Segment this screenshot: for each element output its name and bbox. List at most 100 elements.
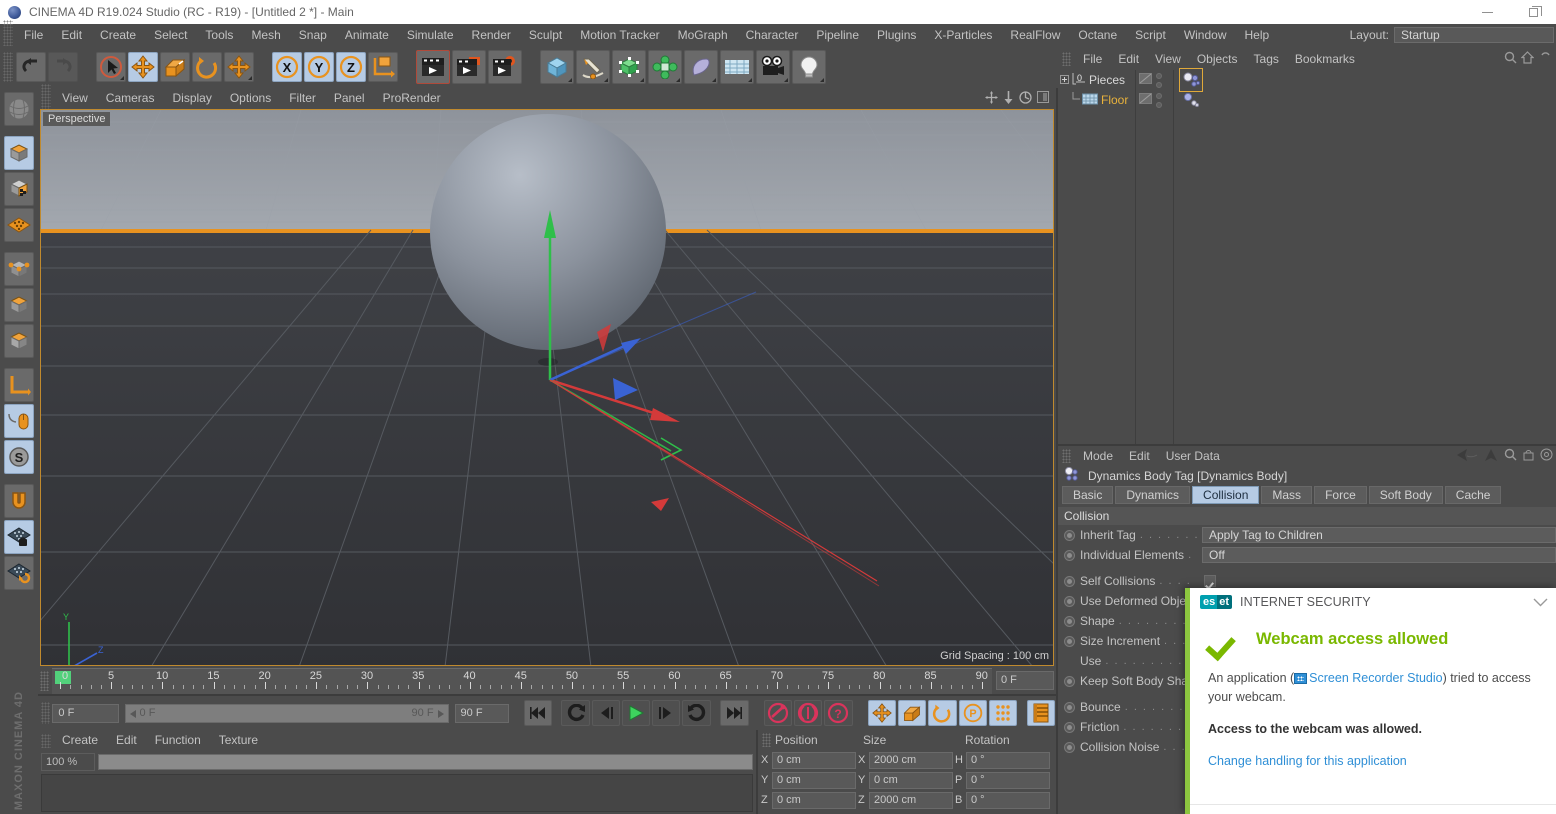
material-zoom-slider[interactable] [98,754,753,770]
menu-item-tools[interactable]: Tools [196,24,242,46]
autokeying-icon[interactable] [793,700,823,726]
menu-item-script[interactable]: Script [1126,24,1175,46]
menu-item-realflow[interactable]: RealFlow [1001,24,1069,46]
material-list[interactable] [41,774,753,812]
array-deformer-icon[interactable] [648,50,682,84]
layout-dropdown[interactable]: Startup [1394,27,1554,43]
object-row-pieces[interactable]: 0 Pieces [1058,70,1135,90]
key-pla-icon[interactable] [988,700,1018,726]
texture-mode-icon[interactable] [4,172,34,206]
cube-primitive-icon[interactable] [540,50,574,84]
animate-dot-icon[interactable] [1064,529,1075,541]
layer-swatch-icon[interactable] [1139,93,1152,107]
expand-plus-icon[interactable] [1060,73,1069,87]
viewport-menu-filter[interactable]: Filter [280,88,325,109]
menu-item-window[interactable]: Window [1175,24,1236,46]
back-arrow-icon[interactable] [1456,448,1478,465]
menu-item-snap[interactable]: Snap [290,24,336,46]
om-menu-file[interactable]: File [1075,48,1110,70]
render-settings-icon[interactable] [488,50,522,84]
nurbs-generator-icon[interactable] [612,50,646,84]
size-z-field[interactable]: 2000 cm [869,791,953,809]
animate-dot-icon[interactable] [1064,595,1075,607]
viewport-menu-cameras[interactable]: Cameras [97,88,164,109]
scale-icon[interactable] [160,52,190,82]
world-object-axis-icon[interactable] [368,52,398,82]
play-loop-icon[interactable] [682,700,711,726]
restore-icon[interactable] [1510,0,1556,24]
end-frame-field[interactable]: 90 F [454,703,510,723]
om-menu-objects[interactable]: Objects [1189,48,1246,70]
material-menu-edit[interactable]: Edit [107,730,146,751]
go-to-end-icon[interactable] [720,700,749,726]
viewport-canvas[interactable]: Y X Z Perspective Grid Spacing : 100 cm [40,109,1054,666]
viewport-menu-view[interactable]: View [53,88,97,109]
target-icon[interactable] [1540,448,1553,464]
menu-item-mesh[interactable]: Mesh [242,24,289,46]
lock-icon[interactable] [1523,448,1534,464]
menu-item-pipeline[interactable]: Pipeline [807,24,868,46]
rotation-h-field[interactable]: 0 ° [966,751,1050,769]
chevron-down-icon[interactable] [1533,595,1548,610]
rotate-view-icon[interactable] [1019,90,1032,107]
timeline-toggle-icon[interactable] [1026,700,1055,726]
tab-basic[interactable]: Basic [1062,486,1114,504]
visibility-render-dot[interactable] [1156,101,1162,108]
visibility-editor-dot[interactable] [1156,92,1162,99]
coordinates-grip[interactable] [762,733,771,747]
eset-app-name[interactable]: Screen Recorder Studio [1309,671,1442,685]
range-left-arrow-icon[interactable] [129,709,136,718]
material-manager-grip[interactable] [41,733,51,748]
step-back-icon[interactable] [591,700,620,726]
visibility-render-dot[interactable] [1156,81,1162,88]
axis-y-icon[interactable]: Y [304,52,334,82]
animate-dot-icon[interactable] [1064,549,1075,561]
current-frame-field[interactable]: 0 F [52,703,119,723]
light-icon[interactable] [792,50,826,84]
play-forward-icon[interactable] [621,700,651,726]
timeline-frame-field[interactable]: 0 F [996,671,1054,690]
eset-change-handling-link[interactable]: Change handling for this application [1208,754,1542,768]
play-reverse-icon[interactable] [561,700,590,726]
point-mode-icon[interactable] [4,252,34,286]
am-menu-edit[interactable]: Edit [1121,446,1158,466]
bend-deformer-icon[interactable] [684,50,718,84]
soft-selection-icon[interactable]: S [4,440,34,474]
attribute-manager-grip[interactable] [1062,449,1071,463]
om-menu-edit[interactable]: Edit [1110,48,1147,70]
key-param-icon[interactable]: P [958,700,987,726]
size-x-field[interactable]: 2000 cm [869,751,953,769]
object-row-floor[interactable]: Floor [1058,90,1135,110]
search-icon[interactable] [1504,51,1517,67]
menu-item-help[interactable]: Help [1236,24,1279,46]
render-view-icon[interactable] [416,50,450,84]
timeline-ruler[interactable]: 0 5 10 15 20 25 30 35 40 45 50 55 60 65 70 75 80 85 90 [52,668,992,694]
animate-dot-icon[interactable] [1064,635,1075,647]
maximize-view-icon[interactable] [1037,91,1049,106]
position-x-field[interactable]: 0 cm [772,751,856,769]
viewport-menu-display[interactable]: Display [163,88,220,109]
menu-item-animate[interactable]: Animate [336,24,398,46]
tab-force[interactable]: Force [1314,486,1367,504]
self-collisions-checkbox[interactable] [1204,575,1216,587]
viewport-menu-options[interactable]: Options [221,88,280,109]
pan-icon[interactable] [985,90,998,107]
axis-modify-icon[interactable] [4,368,34,402]
menu-item-edit[interactable]: Edit [52,24,91,46]
menu-item-plugins[interactable]: Plugins [868,24,925,46]
floor-scene-icon[interactable] [720,50,754,84]
tab-soft-body[interactable]: Soft Body [1368,486,1443,504]
om-menu-bookmarks[interactable]: Bookmarks [1287,48,1363,70]
animate-dot-icon[interactable] [1064,615,1075,627]
om-menu-tags[interactable]: Tags [1246,48,1287,70]
select-live-icon[interactable] [96,52,126,82]
tab-dynamics[interactable]: Dynamics [1115,486,1191,504]
layer-swatch-icon[interactable] [1139,73,1152,87]
inherit-tag-dropdown[interactable]: Apply Tag to Children [1202,527,1556,543]
magnet-snap-icon[interactable] [4,484,34,518]
object-manager-grip[interactable] [1062,52,1071,66]
go-to-start-icon[interactable] [523,700,552,726]
polygon-hatch-icon[interactable] [4,208,34,242]
tab-collision[interactable]: Collision [1192,486,1260,504]
render-region-icon[interactable] [452,50,486,84]
